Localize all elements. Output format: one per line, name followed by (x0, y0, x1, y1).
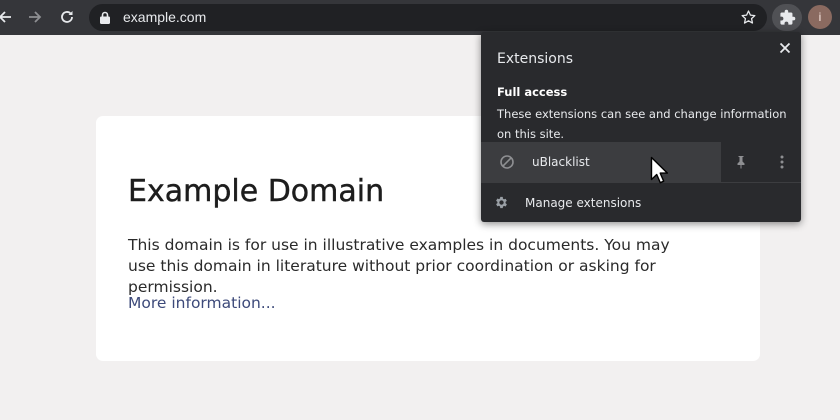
back-button[interactable] (0, 4, 18, 30)
arrow-left-icon (0, 11, 11, 23)
arrow-right-icon (29, 11, 42, 23)
extensions-popup: Extensions Full access These extensions … (481, 32, 801, 222)
gear-icon (496, 196, 507, 209)
blocked-icon (500, 155, 514, 169)
manage-extensions-label: Manage extensions (525, 196, 642, 210)
pin-icon[interactable] (733, 154, 749, 170)
section-description: These extensions can see and change info… (497, 107, 787, 141)
reload-button[interactable] (54, 4, 80, 30)
extensions-button[interactable] (772, 4, 802, 31)
star-icon[interactable] (740, 9, 757, 26)
puzzle-icon (779, 9, 795, 25)
profile-avatar[interactable]: i (808, 5, 832, 29)
reload-icon (61, 11, 73, 23)
browser-toolbar: example.com i (0, 0, 840, 35)
close-icon[interactable] (777, 40, 793, 56)
extension-row-ublacklist[interactable]: uBlacklist (481, 142, 801, 182)
page-title: Example Domain (128, 174, 385, 209)
section-heading: Full access (497, 85, 568, 99)
mouse-cursor-icon (650, 156, 669, 184)
extension-name[interactable]: uBlacklist (532, 155, 590, 169)
popup-title: Extensions (497, 51, 574, 67)
forward-button[interactable] (22, 4, 48, 30)
page-description: This domain is for use in illustrative e… (128, 236, 670, 296)
more-vertical-icon[interactable] (775, 154, 789, 170)
manage-extensions-item[interactable]: Manage extensions (481, 183, 801, 222)
lock-icon[interactable] (99, 11, 111, 24)
url-text: example.com (123, 9, 207, 25)
address-bar[interactable]: example.com (89, 4, 767, 31)
extension-row-highlight (481, 142, 721, 182)
more-information-link[interactable]: More information... (128, 294, 276, 312)
